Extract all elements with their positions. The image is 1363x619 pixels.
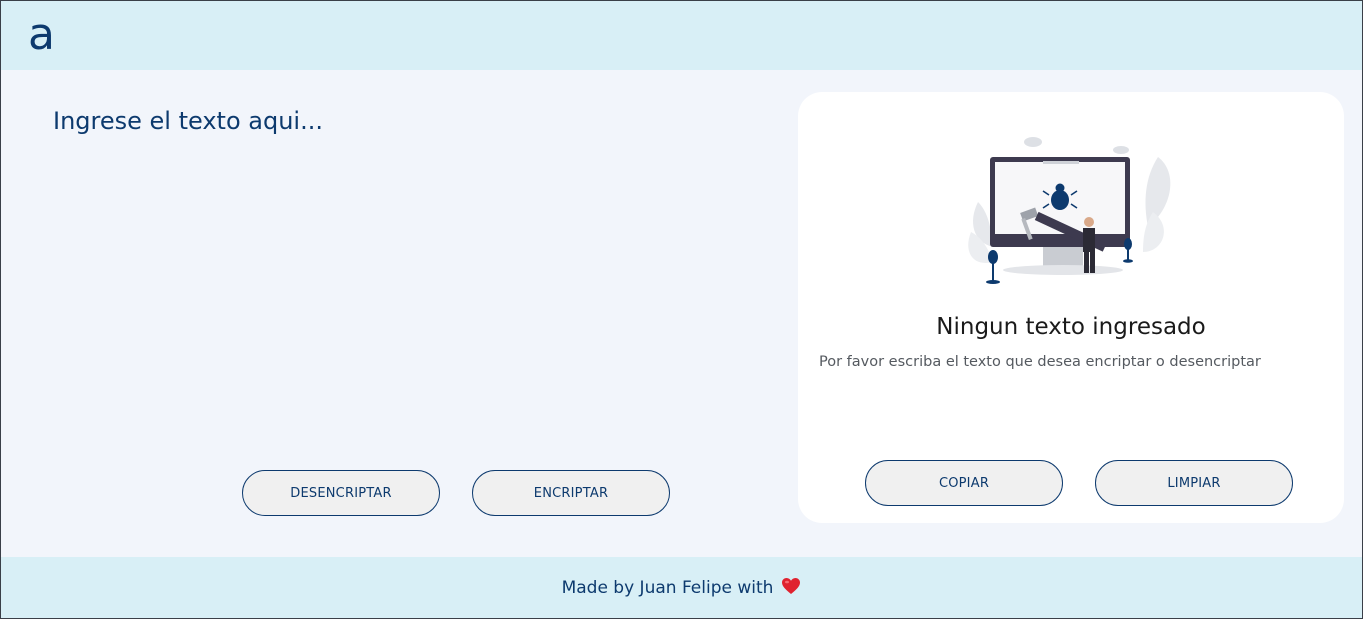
text-input[interactable] — [53, 107, 753, 427]
empty-state-title: Ningun texto ingresado — [936, 314, 1206, 340]
empty-state-subtitle: Por favor escriba el texto que desea enc… — [819, 354, 1261, 370]
footer-bar: Made by Juan Felipe with — [1, 557, 1362, 618]
computer-bug-repair-illustration — [968, 137, 1171, 284]
heart-icon — [781, 577, 801, 599]
footer-text: Made by Juan Felipe with — [561, 577, 774, 598]
decrypt-button[interactable]: DESENCRIPTAR — [242, 470, 440, 516]
header-bar: a — [1, 1, 1362, 70]
app-frame: a DESENCRIPTAR ENCRIPTAR — [0, 0, 1363, 619]
encrypt-button[interactable]: ENCRIPTAR — [472, 470, 670, 516]
clear-button[interactable]: LIMPIAR — [1095, 460, 1293, 506]
result-panel: Ningun texto ingresado Por favor escriba… — [798, 92, 1344, 523]
copy-button[interactable]: COPIAR — [865, 460, 1063, 506]
logo[interactable]: a — [28, 5, 55, 65]
